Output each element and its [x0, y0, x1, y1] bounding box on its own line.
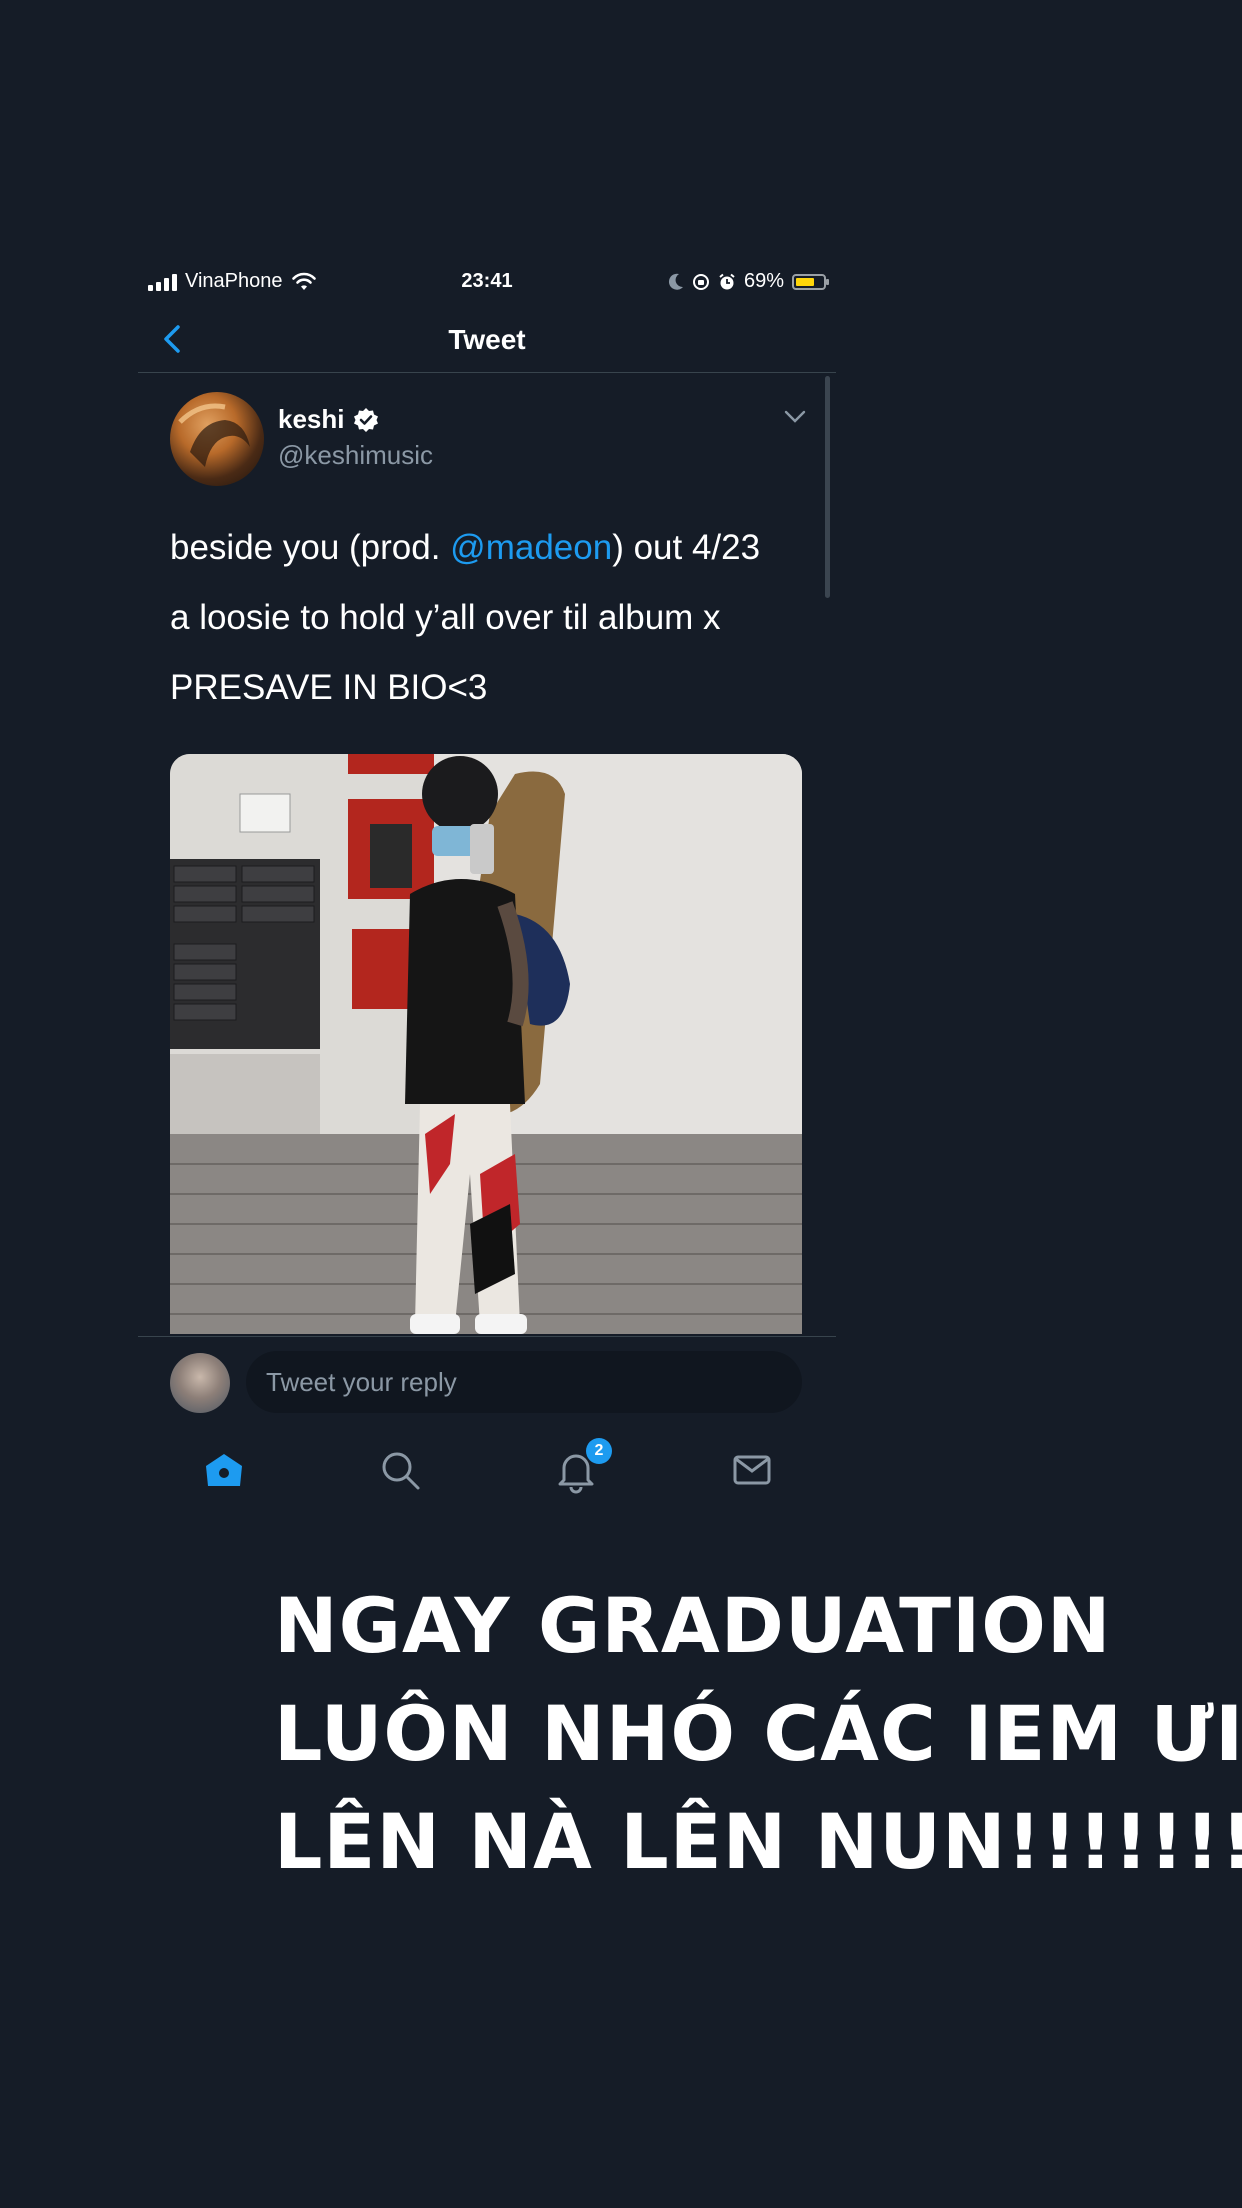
search-icon[interactable] [376, 1446, 424, 1494]
tweet-text-prefix: beside you (prod. [170, 528, 451, 567]
chevron-down-icon[interactable] [784, 410, 806, 424]
author-avatar[interactable] [170, 392, 264, 486]
tab-bar [138, 1426, 836, 1520]
battery-icon [792, 273, 829, 290]
moon-icon [668, 273, 683, 290]
navigation-header: Tweet [138, 306, 836, 373]
alarm-icon [719, 273, 735, 289]
rotation-lock-icon [692, 273, 709, 290]
caption-line-3: LÊN NÀ LÊN NUN!!!!!!!! [274, 1797, 1242, 1886]
status-bar: VinaPhone 23:41 69% [138, 258, 836, 306]
author-handle[interactable]: @keshimusic [278, 440, 433, 471]
battery-percent: 69% [743, 270, 784, 292]
page-title: Tweet [448, 324, 526, 355]
home-icon[interactable] [200, 1446, 248, 1494]
user-avatar[interactable] [170, 1353, 230, 1413]
tweet-screenshot: VinaPhone 23:41 69% Tweet keshi @keshimu… [138, 258, 836, 1520]
reply-bar: Tweet your reply [138, 1336, 836, 1427]
mention-link[interactable]: @madeon [450, 528, 612, 567]
caption-text: NGAY GRADUATION LUÔN NHÓ CÁC IEM ƯI LÊN … [274, 1572, 1242, 1896]
caption-line-2: LUÔN NHÓ CÁC IEM ƯI [274, 1689, 1242, 1778]
tweet-text-line-2: a loosie to hold y’all over til album x [170, 598, 721, 637]
tweet-text-line-1: beside you (prod. @madeon) out 4/23 [170, 528, 760, 568]
caption-line-1: NGAY GRADUATION [274, 1581, 1112, 1670]
author-name-row[interactable]: keshi [278, 404, 379, 435]
tweet-text-suffix: ) out 4/23 [612, 528, 761, 567]
tweet-text-line-3: PRESAVE IN BIO<3 [170, 668, 488, 707]
scrollbar[interactable] [825, 376, 830, 598]
author-name[interactable]: keshi [278, 404, 345, 435]
notification-badge: 2 [586, 1438, 612, 1464]
tweet-photo[interactable] [170, 754, 802, 1334]
verified-badge-icon [353, 407, 378, 432]
reply-input[interactable]: Tweet your reply [246, 1351, 802, 1413]
messages-icon[interactable] [728, 1446, 776, 1494]
